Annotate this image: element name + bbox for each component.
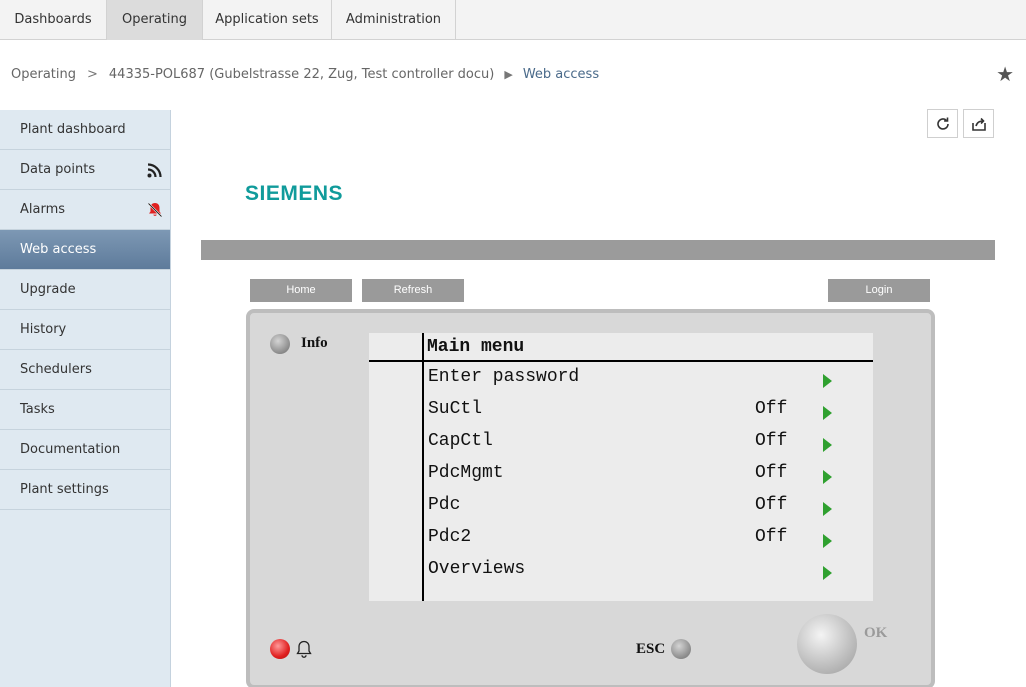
info-led[interactable] — [270, 334, 290, 354]
menu-item-value: Off — [755, 431, 788, 451]
sidebar-item-label: Upgrade — [20, 282, 76, 297]
sidebar-item-plant-dashboard[interactable]: Plant dashboard — [0, 110, 170, 150]
header-bar — [201, 240, 995, 260]
tab-administration[interactable]: Administration — [332, 0, 456, 40]
sidebar-item-plant-settings[interactable]: Plant settings — [0, 470, 170, 510]
sidebar-item-label: Plant dashboard — [20, 122, 126, 137]
menu-item-label: Enter password — [428, 367, 580, 387]
home-button[interactable]: Home — [250, 279, 352, 302]
menu-item-capctl[interactable]: CapCtl Off — [369, 431, 873, 461]
menu-item-label: PdcMgmt — [428, 463, 504, 483]
sidebar-item-label: Alarms — [20, 202, 66, 217]
sidebar-item-schedulers[interactable]: Schedulers — [0, 350, 170, 390]
menu-item-pdcmgmt[interactable]: PdcMgmt Off — [369, 463, 873, 493]
sidebar-item-label: Schedulers — [20, 362, 92, 377]
sidebar-item-label: Documentation — [20, 442, 121, 457]
breadcrumb-plant[interactable]: 44335-POL687 (Gubelstrasse 22, Zug, Test… — [109, 65, 494, 85]
export-button[interactable] — [963, 109, 994, 138]
bell-icon — [296, 640, 312, 658]
refresh-icon — [937, 117, 949, 130]
export-icon — [972, 117, 986, 131]
arrow-right-icon[interactable] — [823, 406, 832, 420]
refresh-page-button[interactable]: Refresh — [362, 279, 464, 302]
favorite-star-icon[interactable]: ★ — [996, 62, 1014, 86]
menu-item-value: Off — [755, 463, 788, 483]
ok-label: OK — [864, 625, 888, 641]
arrow-right-icon[interactable] — [823, 374, 832, 388]
menu-item-label: Pdc — [428, 495, 461, 515]
info-label: Info — [301, 335, 328, 351]
sidebar-item-label: Plant settings — [20, 482, 109, 497]
sidebar-item-label: Tasks — [20, 402, 55, 417]
sidebar-item-label: Web access — [20, 242, 97, 257]
lcd-display: Main menu Enter password SuCtl Off CapCt… — [369, 333, 873, 601]
sidebar-item-tasks[interactable]: Tasks — [0, 390, 170, 430]
breadcrumb: Operating >44335-POL687 (Gubelstrasse 22,… — [11, 65, 599, 85]
tab-application-sets[interactable]: Application sets — [203, 0, 332, 40]
sidebar-item-label: History — [20, 322, 67, 337]
ok-knob[interactable] — [797, 614, 857, 674]
menu-title: Main menu — [427, 337, 525, 357]
sidebar-item-history[interactable]: History — [0, 310, 170, 350]
breadcrumb-operating[interactable]: Operating — [11, 65, 76, 85]
menu-item-label: Pdc2 — [428, 527, 472, 547]
menu-item-value: Off — [755, 399, 788, 419]
sidebar-item-upgrade[interactable]: Upgrade — [0, 270, 170, 310]
lcd-divider-horizontal — [369, 360, 873, 362]
top-nav: Dashboards Operating Application sets Ad… — [0, 0, 1026, 40]
sidebar-item-web-access[interactable]: Web access — [0, 230, 170, 270]
esc-button[interactable] — [671, 639, 691, 659]
sidebar: Plant dashboard Data points Alarms Web a… — [0, 110, 171, 687]
menu-item-pdc2[interactable]: Pdc2 Off — [369, 527, 873, 557]
sidebar-item-alarms[interactable]: Alarms — [0, 190, 170, 230]
arrow-right-icon[interactable] — [823, 534, 832, 548]
menu-item-overviews[interactable]: Overviews — [369, 559, 873, 589]
menu-item-label: SuCtl — [428, 399, 483, 419]
refresh-button[interactable] — [927, 109, 958, 138]
menu-item-label: Overviews — [428, 559, 526, 579]
menu-item-label: CapCtl — [428, 431, 493, 451]
arrow-right-icon[interactable] — [823, 470, 832, 484]
alarm-led[interactable] — [270, 639, 290, 659]
rss-icon — [147, 163, 162, 178]
menu-item-value: Off — [755, 527, 788, 547]
tab-dashboards[interactable]: Dashboards — [0, 0, 107, 40]
breadcrumb-separator: > — [87, 67, 98, 82]
login-button[interactable]: Login — [828, 279, 930, 302]
sidebar-item-documentation[interactable]: Documentation — [0, 430, 170, 470]
breadcrumb-arrow-icon: ▶ — [504, 68, 513, 81]
arrow-right-icon[interactable] — [823, 438, 832, 452]
sidebar-item-label: Data points — [20, 162, 96, 177]
esc-label: ESC — [636, 641, 666, 657]
siemens-logo: SIEMENS — [245, 182, 344, 205]
arrow-right-icon[interactable] — [823, 502, 832, 516]
breadcrumb-current: Web access — [522, 67, 600, 82]
menu-item-enter-password[interactable]: Enter password — [369, 367, 873, 397]
alarm-bell-off-icon — [147, 202, 163, 218]
sidebar-item-data-points[interactable]: Data points — [0, 150, 170, 190]
tab-operating[interactable]: Operating — [107, 0, 203, 40]
menu-item-suctl[interactable]: SuCtl Off — [369, 399, 873, 429]
menu-item-pdc[interactable]: Pdc Off — [369, 495, 873, 525]
arrow-right-icon[interactable] — [823, 566, 832, 580]
controller-panel: Info Main menu Enter password SuCtl Off … — [246, 309, 935, 687]
menu-item-value: Off — [755, 495, 788, 515]
